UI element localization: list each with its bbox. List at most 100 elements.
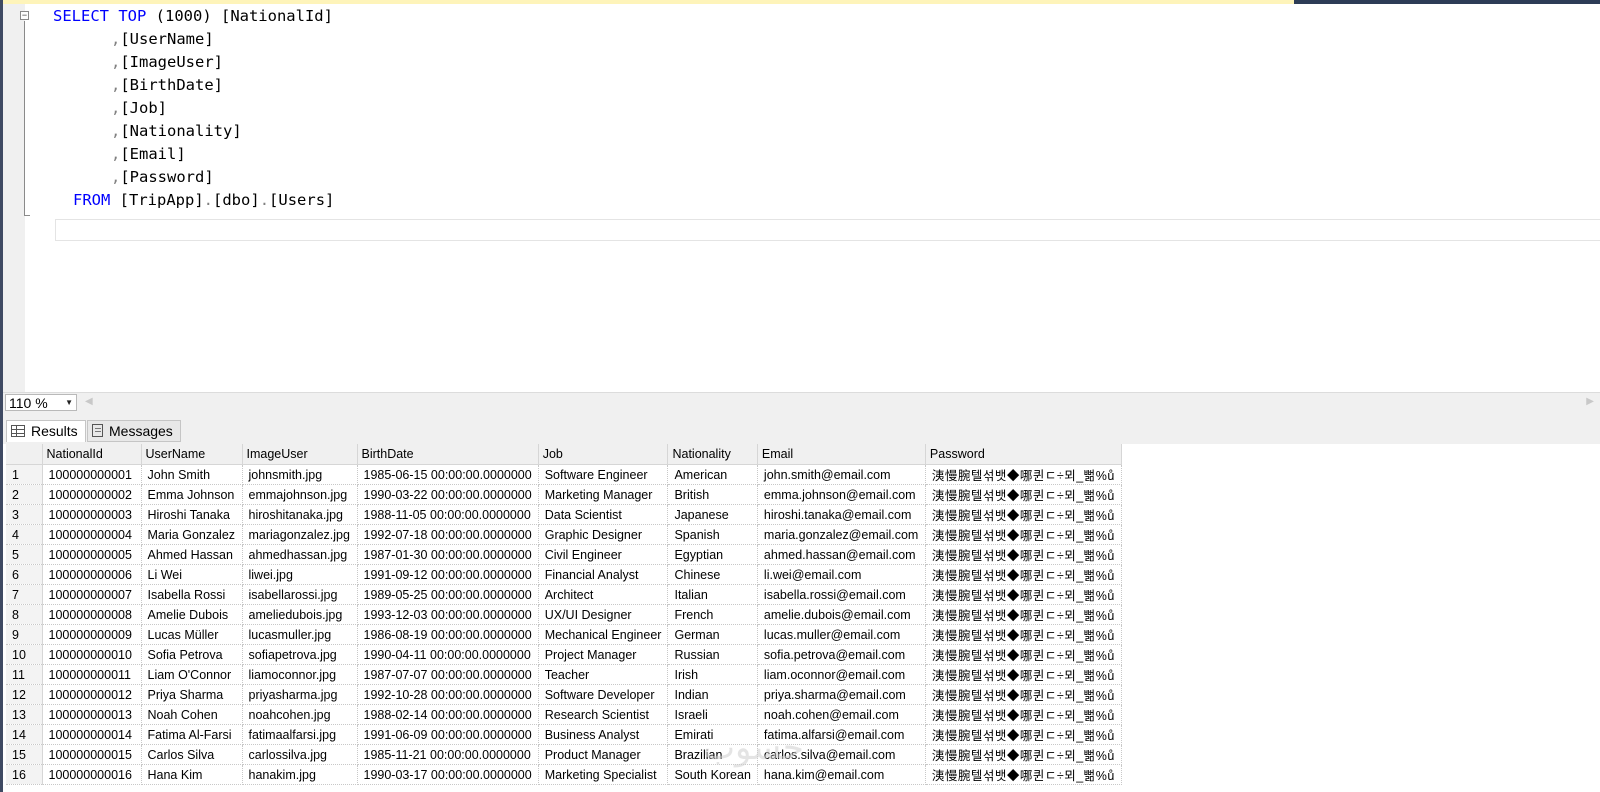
table-cell[interactable]: 洟慢腕텔섞뱃◆哪퀸ㄷ÷뫼_뻚%ů bbox=[925, 624, 1122, 645]
table-cell[interactable]: German bbox=[667, 624, 758, 645]
table-cell[interactable]: 洟慢腕텔섞뱃◆哪퀸ㄷ÷뫼_뻚%ů bbox=[925, 524, 1122, 545]
table-cell[interactable]: 100000000001 bbox=[42, 464, 142, 485]
column-header[interactable]: BirthDate bbox=[357, 444, 539, 465]
tab-messages[interactable]: Messages bbox=[87, 420, 181, 442]
table-cell[interactable]: 100000000004 bbox=[42, 524, 142, 545]
table-cell[interactable]: 洟慢腕텔섞뱃◆哪퀸ㄷ÷뫼_뻚%ů bbox=[925, 764, 1122, 785]
table-cell[interactable]: Hiroshi Tanaka bbox=[141, 504, 243, 525]
table-row[interactable]: 3 100000000003 Hiroshi Tanaka hiroshitanaka… bbox=[6, 504, 1122, 525]
table-cell[interactable]: 洟慢腕텔섞뱃◆哪퀸ㄷ÷뫼_뻚%ů bbox=[925, 724, 1122, 745]
row-number[interactable]: 5 bbox=[6, 544, 43, 565]
table-row[interactable]: 4 100000000004 Maria Gonzalez mariagonzalez… bbox=[6, 524, 1122, 545]
table-cell[interactable]: Software Engineer bbox=[538, 464, 669, 485]
table-cell[interactable]: isabellarossi.jpg bbox=[242, 584, 358, 605]
results-grid[interactable]: NationalId UserName ImageUser BirthDate … bbox=[3, 444, 1600, 792]
row-number[interactable]: 3 bbox=[6, 504, 43, 525]
table-cell[interactable]: hanakim.jpg bbox=[242, 764, 358, 785]
table-cell[interactable]: liamoconnor.jpg bbox=[242, 664, 358, 685]
column-header[interactable]: UserName bbox=[141, 444, 243, 465]
table-cell[interactable]: 1992-07-18 00:00:00.0000000 bbox=[357, 524, 539, 545]
table-cell[interactable]: 洟慢腕텔섞뱃◆哪퀸ㄷ÷뫼_뻚%ů bbox=[925, 484, 1122, 505]
table-cell[interactable]: 1987-01-30 00:00:00.0000000 bbox=[357, 544, 539, 565]
table-cell[interactable]: Chinese bbox=[667, 564, 758, 585]
table-cell[interactable]: hiroshitanaka.jpg bbox=[242, 504, 358, 525]
table-cell[interactable]: American bbox=[667, 464, 758, 485]
row-number[interactable]: 13 bbox=[6, 704, 43, 725]
table-cell[interactable]: Israeli bbox=[667, 704, 758, 725]
chevron-down-icon[interactable]: ▼ bbox=[65, 395, 73, 411]
table-cell[interactable]: ahmed.hassan@email.com bbox=[757, 544, 926, 565]
column-header[interactable]: Password bbox=[925, 444, 1122, 465]
table-row[interactable]: 5 100000000005 Ahmed Hassan ahmedhassan.jpg… bbox=[6, 544, 1122, 565]
table-cell[interactable]: Graphic Designer bbox=[538, 524, 669, 545]
row-number[interactable]: 2 bbox=[6, 484, 43, 505]
table-cell[interactable]: noahcohen.jpg bbox=[242, 704, 358, 725]
row-number[interactable]: 14 bbox=[6, 724, 43, 745]
table-cell[interactable]: 洟慢腕텔섞뱃◆哪퀸ㄷ÷뫼_뻚%ů bbox=[925, 664, 1122, 685]
table-cell[interactable]: 1989-05-25 00:00:00.0000000 bbox=[357, 584, 539, 605]
table-cell[interactable]: 1990-03-22 00:00:00.0000000 bbox=[357, 484, 539, 505]
row-number[interactable]: 8 bbox=[6, 604, 43, 625]
table-cell[interactable]: Spanish bbox=[667, 524, 758, 545]
table-cell[interactable]: Japanese bbox=[667, 504, 758, 525]
table-cell[interactable]: 洟慢腕텔섞뱃◆哪퀸ㄷ÷뫼_뻚%ů bbox=[925, 744, 1122, 765]
row-number[interactable]: 4 bbox=[6, 524, 43, 545]
table-cell[interactable]: 100000000015 bbox=[42, 744, 142, 765]
table-row[interactable]: 16 100000000016 Hana Kim hanakim.jpg 1990-03… bbox=[6, 764, 1122, 785]
table-cell[interactable]: noah.cohen@email.com bbox=[757, 704, 926, 725]
table-cell[interactable]: Noah Cohen bbox=[141, 704, 243, 725]
table-cell[interactable]: French bbox=[667, 604, 758, 625]
table-cell[interactable]: carlossilva.jpg bbox=[242, 744, 358, 765]
zoom-dropdown[interactable]: 110 % ▼ bbox=[5, 394, 77, 411]
table-cell[interactable]: Liam O'Connor bbox=[141, 664, 243, 685]
table-cell[interactable]: johnsmith.jpg bbox=[242, 464, 358, 485]
table-cell[interactable]: 1991-09-12 00:00:00.0000000 bbox=[357, 564, 539, 585]
table-cell[interactable]: Project Manager bbox=[538, 644, 669, 665]
column-header[interactable]: Nationality bbox=[667, 444, 758, 465]
table-cell[interactable]: Financial Analyst bbox=[538, 564, 669, 585]
table-cell[interactable]: Product Manager bbox=[538, 744, 669, 765]
table-cell[interactable]: 1988-11-05 00:00:00.0000000 bbox=[357, 504, 539, 525]
table-cell[interactable]: 100000000013 bbox=[42, 704, 142, 725]
table-cell[interactable]: 100000000014 bbox=[42, 724, 142, 745]
table-cell[interactable]: 100000000012 bbox=[42, 684, 142, 705]
table-cell[interactable]: emma.johnson@email.com bbox=[757, 484, 926, 505]
table-row[interactable]: 6 100000000006 Li Wei liwei.jpg 1991-09-12 0… bbox=[6, 564, 1122, 585]
table-cell[interactable]: sofiapetrova.jpg bbox=[242, 644, 358, 665]
table-cell[interactable]: Ahmed Hassan bbox=[141, 544, 243, 565]
table-cell[interactable]: mariagonzalez.jpg bbox=[242, 524, 358, 545]
table-cell[interactable]: sofia.petrova@email.com bbox=[757, 644, 926, 665]
table-row[interactable]: 11 100000000011 Liam O'Connor liamoconnor.j… bbox=[6, 664, 1122, 685]
table-cell[interactable]: john.smith@email.com bbox=[757, 464, 926, 485]
row-number[interactable]: 9 bbox=[6, 624, 43, 645]
table-cell[interactable]: British bbox=[667, 484, 758, 505]
table-cell[interactable]: UX/UI Designer bbox=[538, 604, 669, 625]
scroll-right-icon[interactable]: ▶ bbox=[1586, 396, 1594, 407]
table-cell[interactable]: lucasmuller.jpg bbox=[242, 624, 358, 645]
table-cell[interactable]: Irish bbox=[667, 664, 758, 685]
table-cell[interactable]: Italian bbox=[667, 584, 758, 605]
table-cell[interactable]: Maria Gonzalez bbox=[141, 524, 243, 545]
table-cell[interactable]: liam.oconnor@email.com bbox=[757, 664, 926, 685]
table-cell[interactable]: Hana Kim bbox=[141, 764, 243, 785]
table-cell[interactable]: 1985-11-21 00:00:00.0000000 bbox=[357, 744, 539, 765]
table-cell[interactable]: emmajohnson.jpg bbox=[242, 484, 358, 505]
table-row[interactable]: 14 100000000014 Fatima Al-Farsi fatimaalfar… bbox=[6, 724, 1122, 745]
table-cell[interactable]: liwei.jpg bbox=[242, 564, 358, 585]
table-row[interactable]: 9 100000000009 Lucas Müller lucasmuller.jpg… bbox=[6, 624, 1122, 645]
table-cell[interactable]: 100000000007 bbox=[42, 584, 142, 605]
table-cell[interactable]: Carlos Silva bbox=[141, 744, 243, 765]
table-cell[interactable]: hiroshi.tanaka@email.com bbox=[757, 504, 926, 525]
table-row[interactable]: 13 100000000013 Noah Cohen noahcohen.jpg 198… bbox=[6, 704, 1122, 725]
table-cell[interactable]: 1986-08-19 00:00:00.0000000 bbox=[357, 624, 539, 645]
table-cell[interactable]: 100000000010 bbox=[42, 644, 142, 665]
table-cell[interactable]: 洟慢腕텔섞뱃◆哪퀸ㄷ÷뫼_뻚%ů bbox=[925, 504, 1122, 525]
table-cell[interactable]: 100000000016 bbox=[42, 764, 142, 785]
table-cell[interactable]: 1985-06-15 00:00:00.0000000 bbox=[357, 464, 539, 485]
current-line-highlight[interactable] bbox=[55, 219, 1600, 241]
table-cell[interactable]: 洟慢腕텔섞뱃◆哪퀸ㄷ÷뫼_뻚%ů bbox=[925, 584, 1122, 605]
table-cell[interactable]: Research Scientist bbox=[538, 704, 669, 725]
column-header[interactable]: Email bbox=[757, 444, 926, 465]
row-number[interactable]: 11 bbox=[6, 664, 43, 685]
row-number[interactable]: 12 bbox=[6, 684, 43, 705]
